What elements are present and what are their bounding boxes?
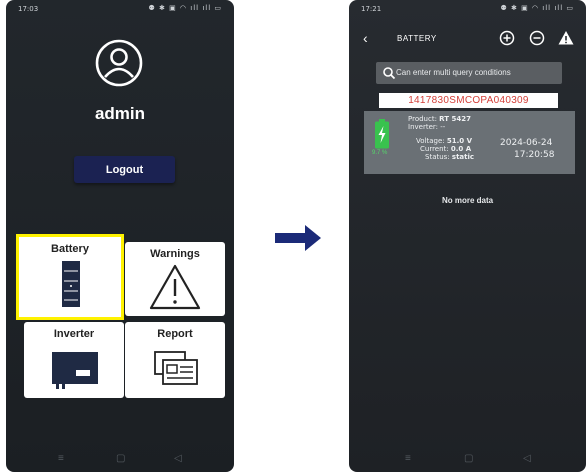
add-icon[interactable] <box>498 29 516 47</box>
warnings-tile-label: Warnings <box>150 248 200 260</box>
status-bar: 17:21 ⚉ ✱ ▣ ◠ ıll ıll ▭ <box>349 0 586 18</box>
username: admin <box>94 104 146 123</box>
current-row: Current: 0.0 A <box>420 145 472 153</box>
inverter-tile[interactable]: Inverter <box>24 322 124 398</box>
report-tile-label: Report <box>157 328 193 340</box>
android-nav-bar: ≡ ▢ ◁ <box>349 446 586 472</box>
search-icon <box>383 67 396 80</box>
alert-icon[interactable] <box>557 29 575 47</box>
record-time: 17:20:58 <box>514 150 555 160</box>
home-nav-button[interactable]: ▢ <box>464 453 473 464</box>
back-nav-button[interactable]: ◁ <box>174 453 182 464</box>
logout-button[interactable]: Logout <box>74 156 175 183</box>
report-cards-icon <box>154 351 198 385</box>
back-nav-button[interactable]: ◁ <box>523 453 531 464</box>
warning-triangle-icon <box>149 264 201 310</box>
report-tile[interactable]: Report <box>125 322 225 398</box>
back-button[interactable]: ‹ <box>363 30 368 46</box>
inverter-row: Inverter: -- <box>408 123 446 131</box>
user-avatar-icon <box>95 39 143 87</box>
status-time: 17:03 <box>18 5 39 13</box>
home-screen: 17:03 ⚉ ✱ ▣ ◠ ıll ıll ▭ admin Logout Bat… <box>6 0 234 472</box>
status-time: 17:21 <box>361 5 382 13</box>
search-placeholder: Can enter multi query conditions <box>396 68 511 77</box>
soc-value: 9.7 % <box>372 150 388 156</box>
menu-nav-button[interactable]: ≡ <box>405 453 411 464</box>
app-bar: ‹ BATTERY <box>349 26 586 54</box>
status-icons: ⚉ ✱ ▣ ◠ ıll ıll ▭ <box>148 4 222 12</box>
battery-cabinet-icon <box>62 261 80 307</box>
product-row: Product: RT 5427 <box>408 115 471 123</box>
battery-list-screen: 17:21 ⚉ ✱ ▣ ◠ ıll ıll ▭ ‹ BATTERY Can en… <box>349 0 586 472</box>
status-icons: ⚉ ✱ ▣ ◠ ıll ıll ▭ <box>500 4 574 12</box>
status-row: Status: static <box>425 153 475 161</box>
inverter-tile-label: Inverter <box>53 328 95 340</box>
search-input[interactable]: Can enter multi query conditions <box>376 62 562 84</box>
battery-tile-label: Battery <box>51 243 89 255</box>
page-title: BATTERY <box>397 34 437 43</box>
remove-icon[interactable] <box>528 29 546 47</box>
transition-arrow-icon <box>275 225 321 251</box>
battery-charging-icon <box>375 119 389 149</box>
battery-tile[interactable]: Battery <box>16 234 124 320</box>
empty-list-text: No more data <box>441 196 494 205</box>
warnings-tile[interactable]: Warnings <box>125 242 225 316</box>
voltage-row: Voltage: 51.0 V <box>416 137 472 145</box>
battery-card[interactable]: 9.7 % Product: RT 5427 Inverter: -- Volt… <box>364 111 575 174</box>
record-date: 2024-06-24 <box>500 138 553 148</box>
battery-serial[interactable]: 1417830SMCOPA040309 <box>379 93 558 108</box>
menu-nav-button[interactable]: ≡ <box>58 453 64 464</box>
status-bar: 17:03 ⚉ ✱ ▣ ◠ ıll ıll ▭ <box>6 0 234 18</box>
home-nav-button[interactable]: ▢ <box>116 453 125 464</box>
android-nav-bar: ≡ ▢ ◁ <box>6 446 234 472</box>
inverter-icon <box>52 352 98 389</box>
